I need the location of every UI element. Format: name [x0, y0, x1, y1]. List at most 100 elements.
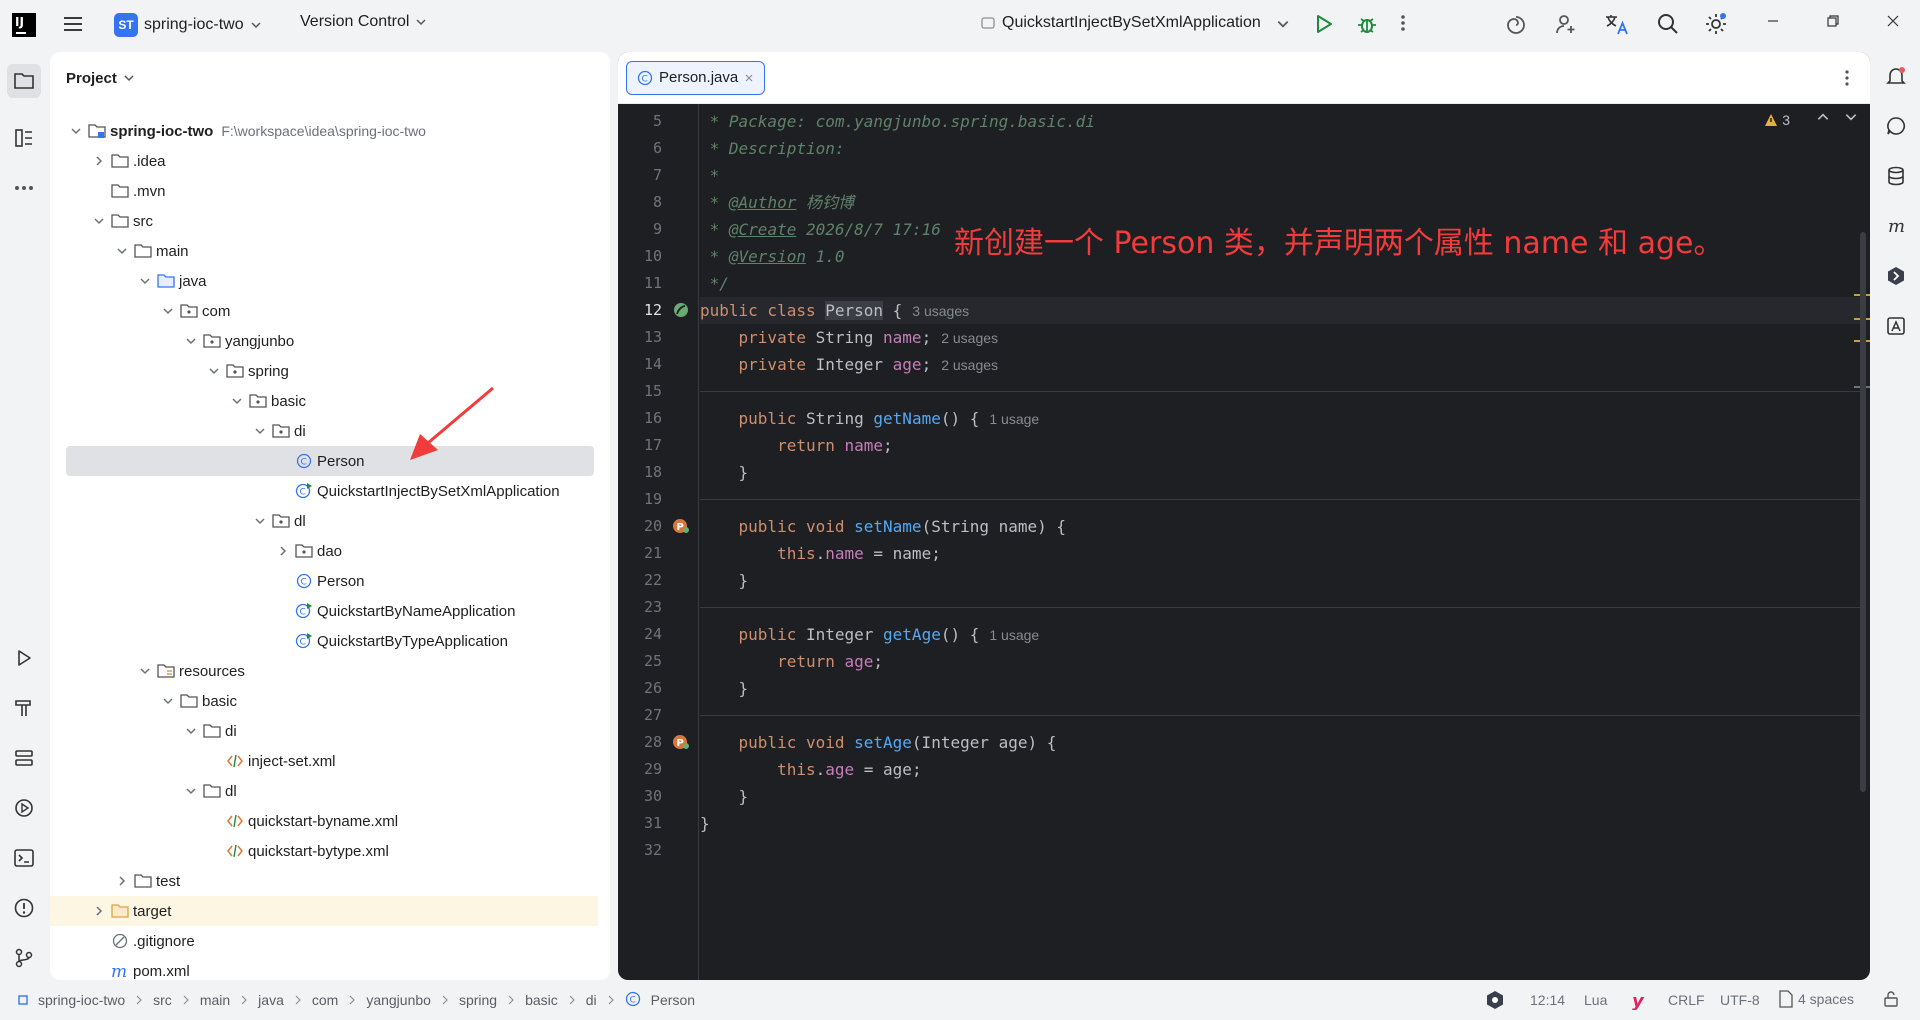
chevron-right-icon[interactable]: [91, 153, 107, 169]
tree-item[interactable]: quickstart-bytype.xml: [50, 836, 598, 866]
chevron-down-icon[interactable]: [160, 693, 176, 709]
code-line[interactable]: private String name; 2 usages: [700, 324, 999, 351]
tree-item[interactable]: C QuickstartInjectBySetXmlApplication: [50, 476, 598, 506]
code-line[interactable]: public String getName() {1 usage: [700, 405, 1040, 432]
tree-item[interactable]: .idea: [50, 146, 598, 176]
chevron-down-icon[interactable]: [252, 513, 268, 529]
tree-item[interactable]: java: [50, 266, 598, 296]
tree-item[interactable]: resources: [50, 656, 598, 686]
tree-item[interactable]: dao: [50, 536, 598, 566]
tree-item[interactable]: C QuickstartByNameApplication: [50, 596, 598, 626]
maven-button[interactable]: m: [1882, 212, 1910, 240]
code-line[interactable]: * Description:: [700, 135, 845, 162]
caret-position[interactable]: 12:14: [1530, 992, 1565, 1008]
project-switcher[interactable]: ST spring-ioc-two: [114, 13, 262, 37]
ai-chat-button[interactable]: [1882, 112, 1910, 140]
run-button[interactable]: [1314, 13, 1334, 35]
main-menu-button[interactable]: [62, 13, 84, 35]
tree-item[interactable]: m pom.xml: [50, 956, 598, 980]
property-usage-icon[interactable]: P: [672, 733, 690, 755]
code-line[interactable]: return age;: [700, 648, 883, 675]
indent-setting[interactable]: 4 spaces: [1778, 990, 1854, 1008]
code-line[interactable]: * @Version 1.0: [700, 243, 845, 270]
version-control-menu[interactable]: Version Control: [300, 13, 427, 31]
tree-item[interactable]: yangjunbo: [50, 326, 598, 356]
chevron-down-icon[interactable]: [229, 393, 245, 409]
code-line[interactable]: * @Create 2026/8/7 17:16: [700, 216, 941, 243]
tree-item[interactable]: test: [50, 866, 598, 896]
editor-more-button[interactable]: [1844, 68, 1850, 92]
chevron-down-icon[interactable]: [252, 423, 268, 439]
breadcrumb-item[interactable]: main: [200, 992, 230, 1008]
tree-item[interactable]: C QuickstartByTypeApplication: [50, 626, 598, 656]
breadcrumb-item[interactable]: di: [586, 992, 597, 1008]
tree-root[interactable]: spring-ioc-two F:\workspace\idea\spring-…: [50, 116, 598, 146]
tree-item[interactable]: src: [50, 206, 598, 236]
breadcrumb-item[interactable]: src: [153, 992, 172, 1008]
chevron-down-icon[interactable]: [114, 243, 130, 259]
tab-person-java[interactable]: C Person.java: [626, 60, 766, 95]
code-line[interactable]: this.name = name;: [700, 540, 941, 567]
terminal-tool-button[interactable]: [10, 844, 38, 872]
tree-item[interactable]: spring: [50, 356, 598, 386]
chevron-down-icon[interactable]: [91, 213, 107, 229]
code-line[interactable]: private Integer age; 2 usages: [700, 351, 999, 378]
chevron-down-icon[interactable]: [183, 783, 199, 799]
tree-item[interactable]: main: [50, 236, 598, 266]
tree-item[interactable]: basic: [50, 386, 598, 416]
bean-icon[interactable]: [672, 301, 690, 323]
code-line[interactable]: */: [700, 270, 729, 297]
breadcrumb-item[interactable]: spring-ioc-two: [38, 992, 125, 1008]
tree-item[interactable]: basic: [50, 686, 598, 716]
code-line[interactable]: return name;: [700, 432, 893, 459]
code-line[interactable]: }: [700, 567, 749, 594]
services-tool-button[interactable]: [10, 744, 38, 772]
more-tools-button[interactable]: [10, 174, 38, 202]
tree-item[interactable]: target: [50, 896, 598, 926]
ai-status-icon[interactable]: [1485, 990, 1505, 1013]
tree-item[interactable]: di: [50, 416, 598, 446]
breadcrumb-item[interactable]: java: [258, 992, 284, 1008]
chevron-right-icon[interactable]: [91, 903, 107, 919]
tree-item[interactable]: com: [50, 296, 598, 326]
tree-item[interactable]: C Person: [66, 446, 594, 476]
editor-scrollbar[interactable]: [1860, 232, 1866, 792]
notifications-button[interactable]: [1882, 62, 1910, 90]
tree-item[interactable]: quickstart-byname.xml: [50, 806, 598, 836]
run-config-dropdown[interactable]: [1276, 17, 1290, 31]
plugin-button[interactable]: [1882, 262, 1910, 290]
tree-item[interactable]: inject-set.xml: [50, 746, 598, 776]
code-line[interactable]: }: [700, 783, 749, 810]
run-tool-button[interactable]: [10, 644, 38, 672]
project-tool-button[interactable]: [7, 64, 41, 98]
breadcrumb-item[interactable]: yangjunbo: [366, 992, 431, 1008]
file-encoding[interactable]: UTF-8: [1720, 992, 1760, 1008]
build-tool-button[interactable]: [10, 694, 38, 722]
chevron-down-icon[interactable]: [137, 273, 153, 289]
tree-item[interactable]: dl: [50, 776, 598, 806]
debug-button[interactable]: [1356, 13, 1378, 35]
code-line[interactable]: public Integer getAge() {1 usage: [700, 621, 1040, 648]
tree-item[interactable]: .gitignore: [50, 926, 598, 956]
chevron-down-icon[interactable]: [183, 723, 199, 739]
line-separator[interactable]: CRLF: [1668, 992, 1705, 1008]
code-line[interactable]: * Package: com.yangjunbo.spring.basic.di: [700, 108, 1095, 135]
chevron-down-icon[interactable]: [160, 303, 176, 319]
project-panel-header[interactable]: Project: [50, 52, 610, 104]
code-line[interactable]: }: [700, 675, 749, 702]
code-line[interactable]: public void setName(String name) {: [700, 513, 1067, 540]
code-line[interactable]: }: [700, 810, 710, 837]
code-line[interactable]: * @Author 杨钧博: [700, 189, 854, 216]
breadcrumb-item[interactable]: spring: [459, 992, 497, 1008]
inspection-widget[interactable]: 3: [1764, 112, 1790, 128]
more-actions-button[interactable]: [1400, 13, 1406, 33]
yaml-plugin-icon[interactable]: y: [1630, 990, 1648, 1013]
minimize-button[interactable]: [1766, 14, 1780, 28]
tree-item[interactable]: .mvn: [50, 176, 598, 206]
structure-tool-button[interactable]: [10, 124, 38, 152]
debug-tool-button[interactable]: [10, 794, 38, 822]
lock-status[interactable]: [1882, 990, 1900, 1011]
code-line[interactable]: public class Person {3 usages: [700, 297, 1860, 324]
chevron-down-icon[interactable]: [183, 333, 199, 349]
code-line[interactable]: this.age = age;: [700, 756, 922, 783]
